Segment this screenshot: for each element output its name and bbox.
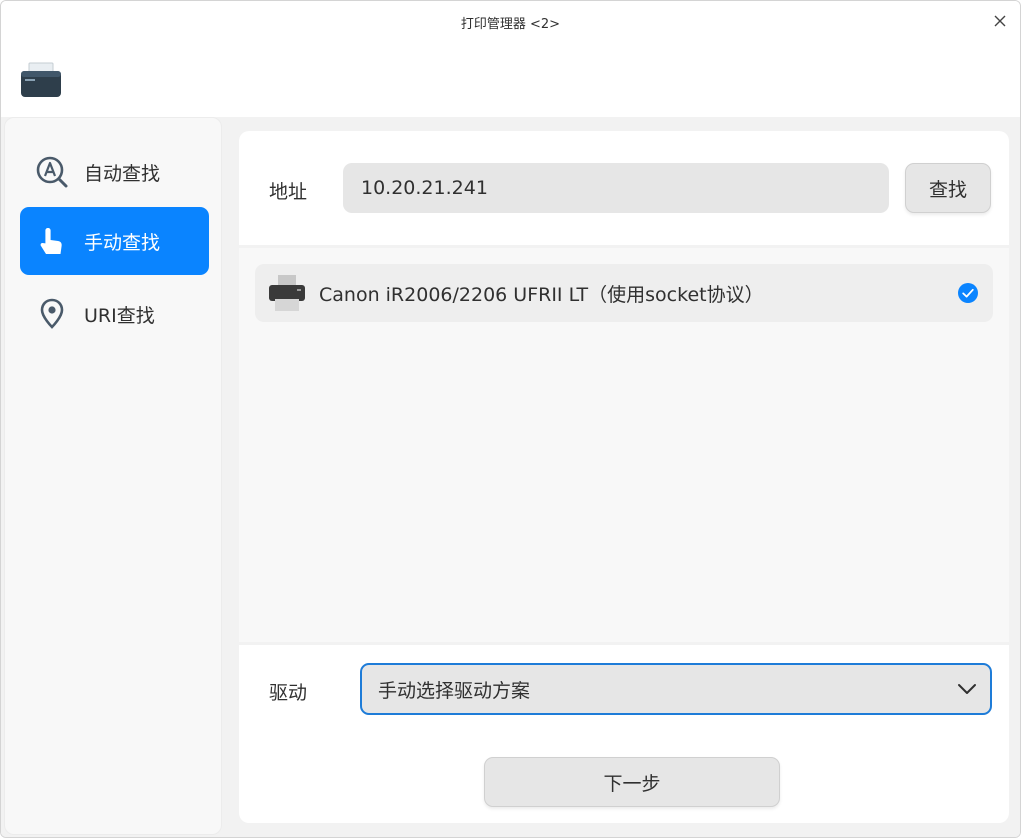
checkmark-icon xyxy=(958,283,978,303)
printer-app-icon xyxy=(19,61,63,101)
sidebar-item-label: URI查找 xyxy=(84,304,155,327)
sidebar-item-manual-search[interactable]: 手动查找 xyxy=(20,207,209,275)
print-manager-window: 打印管理器 <2> 自动查找 手动查找 URI查找 地址 10.20.21.24… xyxy=(0,0,1021,838)
chevron-down-icon xyxy=(956,678,978,700)
address-label: 地址 xyxy=(269,181,308,203)
driver-select-value: 手动选择驱动方案 xyxy=(378,679,531,702)
driver-select[interactable]: 手动选择驱动方案 xyxy=(360,663,992,715)
printer-icon xyxy=(267,273,307,313)
driver-label: 驱动 xyxy=(269,682,308,704)
close-icon xyxy=(994,15,1006,27)
sidebar: 自动查找 手动查找 URI查找 xyxy=(4,117,222,835)
sidebar-item-label: 自动查找 xyxy=(84,162,161,185)
sidebar-item-auto-search[interactable]: 自动查找 xyxy=(20,138,209,206)
sidebar-item-uri-search[interactable]: URI查找 xyxy=(20,280,209,348)
close-button[interactable] xyxy=(988,9,1012,33)
next-button[interactable]: 下一步 xyxy=(484,757,780,807)
titlebar: 打印管理器 <2> xyxy=(1,1,1020,117)
address-input[interactable] xyxy=(343,163,889,213)
location-pin-icon xyxy=(34,296,70,332)
auto-search-icon xyxy=(34,154,70,190)
printer-list-item[interactable]: Canon iR2006/2206 UFRII LT（使用socket协议） xyxy=(255,264,993,322)
search-button[interactable]: 查找 xyxy=(905,163,991,213)
printer-name: Canon iR2006/2206 UFRII LT（使用socket协议） xyxy=(319,283,764,306)
hand-pointer-icon xyxy=(34,223,70,259)
window-title: 打印管理器 <2> xyxy=(460,17,561,32)
sidebar-item-label: 手动查找 xyxy=(84,231,161,254)
